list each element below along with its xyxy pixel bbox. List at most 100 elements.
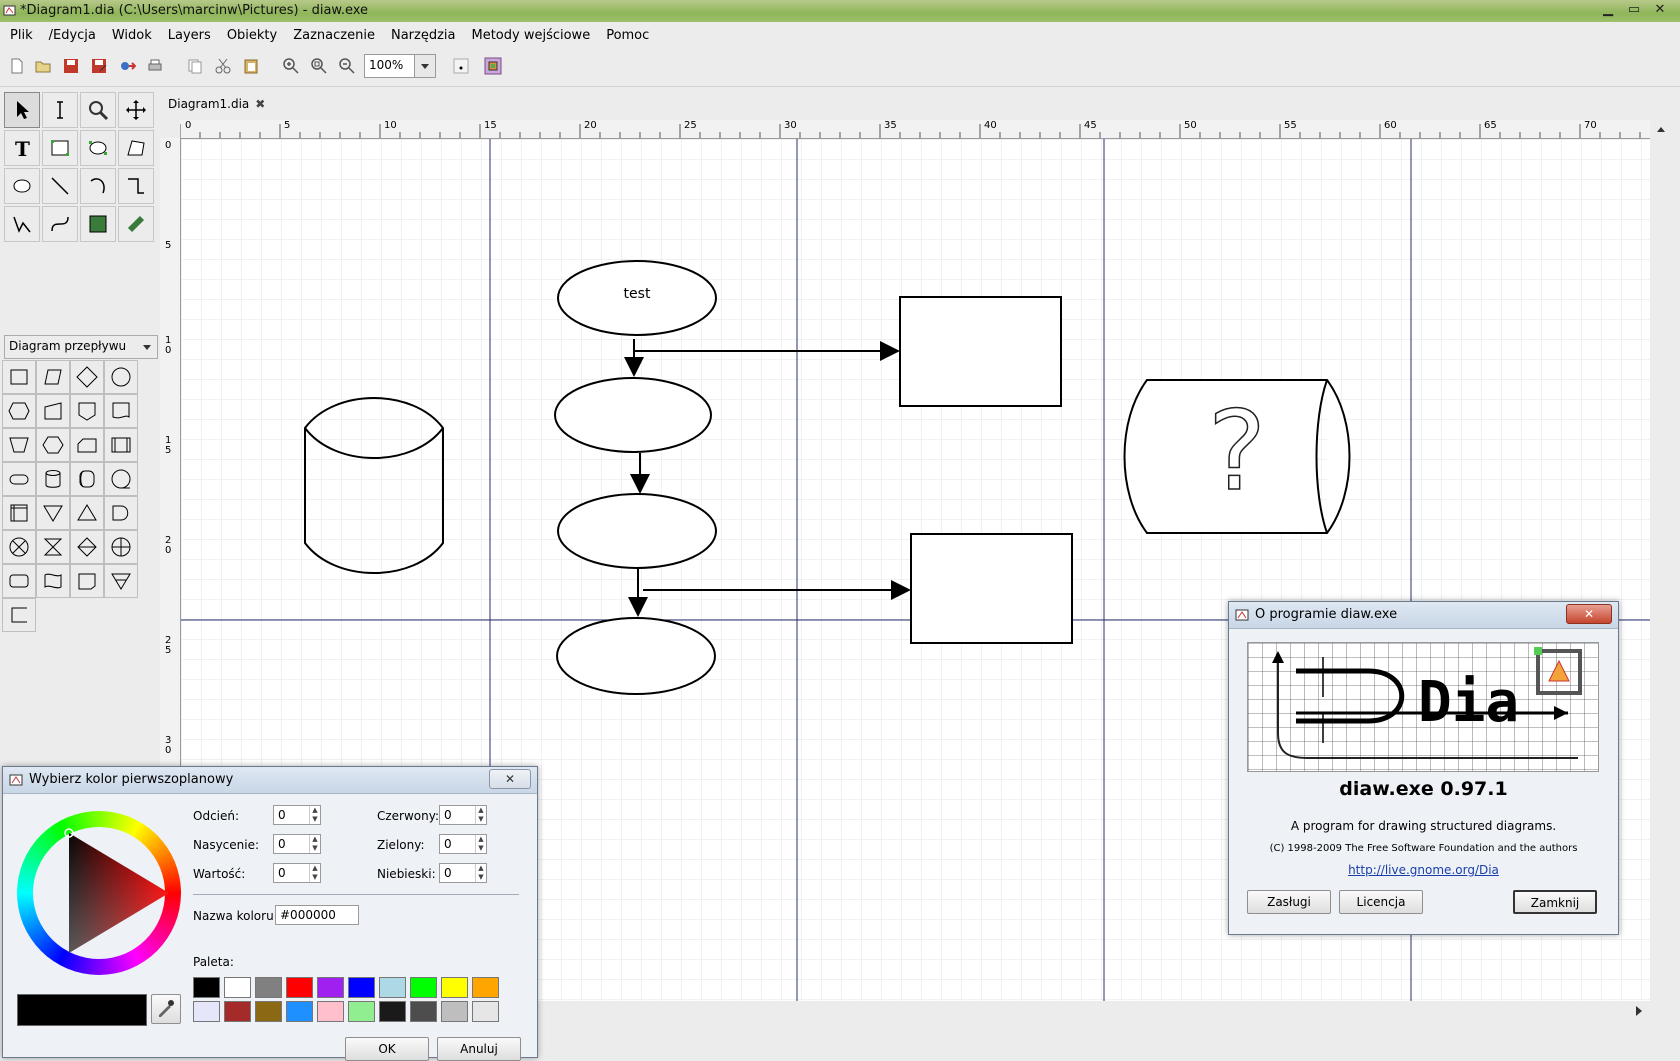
palette-swatch[interactable] (255, 1001, 282, 1022)
scroll-tool[interactable] (118, 92, 154, 128)
flowchart-collate-shape[interactable] (36, 530, 70, 564)
menu-zaznaczenie[interactable]: Zaznaczenie (283, 22, 381, 43)
flowchart-offline-storage-shape[interactable] (104, 564, 138, 598)
blue-spinner[interactable]: 0 ▲ ▼ (439, 863, 487, 883)
flowchart-extract-shape[interactable] (70, 496, 104, 530)
sheet-selector[interactable]: Diagram przepływu (4, 335, 158, 359)
color-close-x-button[interactable]: ✕ (489, 769, 531, 789)
flowchart-box-shape[interactable] (2, 360, 36, 394)
cancel-button[interactable]: Anuluj (437, 1037, 521, 1061)
diagram-ellipse-3[interactable] (557, 493, 717, 569)
flowchart-predefined-process-shape[interactable] (104, 428, 138, 462)
palette-swatch[interactable] (224, 977, 251, 998)
palette-swatch[interactable] (224, 1001, 251, 1022)
palette-swatch[interactable] (441, 977, 468, 998)
image-tool[interactable] (80, 206, 116, 242)
beziergon-tool[interactable] (4, 168, 40, 204)
line-tool[interactable] (42, 168, 78, 204)
value-spinner[interactable]: 0 ▲ ▼ (273, 863, 321, 883)
eyedropper-button[interactable] (151, 994, 181, 1024)
snap-object-icon[interactable] (484, 57, 504, 77)
palette-swatch[interactable] (193, 1001, 220, 1022)
save-icon[interactable] (62, 57, 82, 77)
magnify-tool[interactable] (80, 92, 116, 128)
flowchart-ellipse-shape[interactable] (104, 360, 138, 394)
arc-tool[interactable] (80, 168, 116, 204)
hue-spinner[interactable]: 0 ▲ ▼ (273, 805, 321, 825)
menu-narzedzia[interactable]: Narzędzia (381, 22, 462, 43)
flowchart-preparation-shape[interactable] (2, 394, 36, 428)
flowchart-punched-tape-shape[interactable] (36, 564, 70, 598)
flowchart-diamond-shape[interactable] (70, 360, 104, 394)
menu-metody-wejsciowe[interactable]: Metody wejściowe (461, 22, 596, 43)
maximize-button[interactable]: ▭ (1622, 1, 1646, 19)
flowchart-card-shape[interactable] (70, 428, 104, 462)
menu-pomoc[interactable]: Pomoc (596, 22, 655, 43)
pointer-tool[interactable] (4, 92, 40, 128)
palette-swatch[interactable] (410, 977, 437, 998)
color-dialog-titlebar[interactable]: Wybierz kolor pierwszoplanowy ✕ (3, 767, 537, 794)
tab-close-icon[interactable]: ✖ (255, 97, 265, 111)
palette-swatch[interactable] (348, 1001, 375, 1022)
saturation-spinner[interactable]: 0 ▲ ▼ (273, 834, 321, 854)
hue-ring[interactable] (17, 811, 181, 975)
cut-icon[interactable] (214, 57, 234, 77)
flowchart-delay-shape[interactable] (104, 496, 138, 530)
credits-button[interactable]: Zasługi (1247, 890, 1331, 914)
menu-edycja[interactable]: /Edycja (39, 22, 102, 43)
flowchart-document-shape[interactable] (104, 394, 138, 428)
saturation-value-triangle[interactable] (17, 811, 181, 975)
flowchart-disk-storage-shape[interactable] (36, 462, 70, 496)
box-tool[interactable] (42, 130, 78, 166)
bezier-line-tool[interactable] (42, 206, 78, 242)
about-close-x-button[interactable]: ✕ (1566, 604, 1612, 624)
close-window-button[interactable]: ✕ (1648, 1, 1672, 19)
menu-obiekty[interactable]: Obiekty (217, 22, 283, 43)
flowchart-sequential-data-shape[interactable] (104, 462, 138, 496)
palette-swatch[interactable] (317, 977, 344, 998)
snap-grid-icon[interactable] (452, 57, 472, 77)
flowchart-terminal-shape[interactable] (2, 462, 36, 496)
diagram-box-1[interactable] (899, 296, 1062, 407)
flowchart-display-shape[interactable] (2, 564, 36, 598)
open-file-icon[interactable] (34, 57, 54, 77)
palette-swatch[interactable] (379, 977, 406, 998)
green-spinner[interactable]: 0 ▲ ▼ (439, 834, 487, 854)
ellipse-tool[interactable] (80, 130, 116, 166)
vertical-scrollbar[interactable] (1652, 120, 1670, 1002)
text-edit-tool[interactable] (42, 92, 78, 128)
about-dialog-titlebar[interactable]: O programie diaw.exe ✕ (1229, 602, 1618, 629)
flowchart-parallelogram-shape[interactable] (36, 360, 70, 394)
menu-plik[interactable]: Plik (0, 22, 39, 43)
palette-swatch[interactable] (348, 977, 375, 998)
flowchart-summing-junction-shape[interactable] (2, 530, 36, 564)
close-button[interactable]: Zamknij (1513, 890, 1597, 914)
menu-layers[interactable]: Layers (158, 22, 217, 43)
flowchart-manual-input-shape[interactable] (36, 394, 70, 428)
flowchart-manual-operation-shape[interactable] (2, 428, 36, 462)
flowchart-transaction-file-shape[interactable] (70, 564, 104, 598)
zoom-in-icon[interactable] (282, 57, 302, 77)
save-as-icon[interactable] (90, 57, 110, 77)
flowchart-offpage-shape[interactable] (70, 394, 104, 428)
flowchart-internal-storage-shape[interactable] (2, 496, 36, 530)
scroll-right-icon[interactable] (1630, 1002, 1648, 1020)
palette-swatch[interactable] (317, 1001, 344, 1022)
license-button[interactable]: Licencja (1339, 890, 1423, 914)
flowchart-drum-shape[interactable] (70, 462, 104, 496)
flowchart-hexagon-shape[interactable] (36, 428, 70, 462)
polygon-tool[interactable] (118, 130, 154, 166)
scroll-up-icon[interactable] (1652, 120, 1670, 140)
diagram-box-2[interactable] (910, 533, 1073, 644)
zigzag-line-tool[interactable] (118, 168, 154, 204)
new-file-icon[interactable] (8, 57, 28, 77)
palette-swatch[interactable] (441, 1001, 468, 1022)
zoom-fit-icon[interactable] (310, 57, 330, 77)
text-tool[interactable]: T (4, 130, 40, 166)
polyline-tool[interactable] (4, 206, 40, 242)
palette-swatch[interactable] (286, 977, 313, 998)
palette-swatch[interactable] (472, 1001, 499, 1022)
diagram-ellipse-4[interactable] (556, 617, 716, 695)
color-name-input[interactable]: #000000 (275, 905, 359, 925)
palette-swatch[interactable] (379, 1001, 406, 1022)
